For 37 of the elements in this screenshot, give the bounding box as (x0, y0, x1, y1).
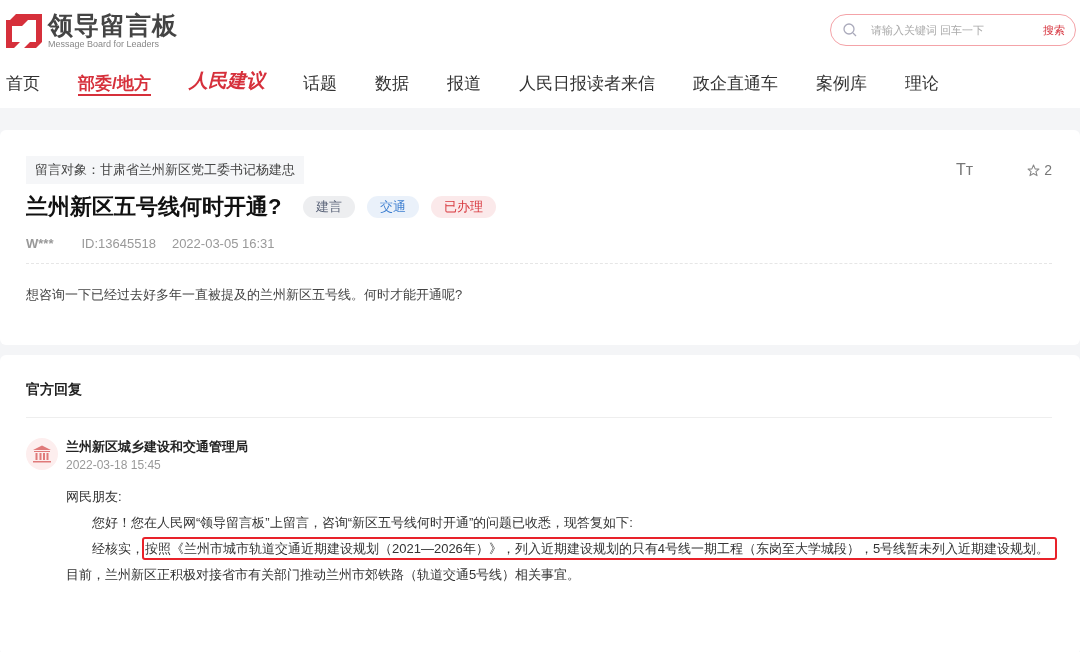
tag: 建言 (303, 196, 356, 218)
nav-tab[interactable]: 报道 (446, 60, 481, 96)
favorite-button[interactable]: 2 (1027, 162, 1052, 178)
target-label: 留言对象：甘肃省兰州新区党工委书记杨建忠 (26, 156, 304, 184)
reply-heading: 官方回复 (26, 381, 1052, 418)
reply-paragraph: 网民朋友: (66, 488, 122, 506)
nav-tab[interactable]: 数据 (374, 60, 409, 96)
nav-tab[interactable]: 部委/地方 (78, 60, 151, 96)
nav-tab[interactable]: 首页 (6, 60, 40, 96)
nav-tab[interactable]: 话题 (302, 60, 337, 96)
reply-paragraph: 您好！您在人民网“领导留言板”上留言，咨询“新区五号线何时开通”的问题已收悉，现答复如下: (92, 514, 633, 532)
department-name: 兰州新区城乡建设和交通管理局 (66, 438, 248, 456)
search-icon (843, 23, 857, 37)
nav-logo-link[interactable]: 人民建议 (188, 60, 265, 96)
star-icon (1027, 163, 1041, 177)
message-body: 想咨询一下已经过去好多年一直被提及的兰州新区五号线。何时才能开通呢? (26, 286, 464, 304)
nav-tab[interactable]: 理论 (904, 60, 939, 96)
reply-paragraph: 经核实， (92, 540, 144, 558)
favorite-count: 2 (1044, 162, 1052, 178)
logo-icon (6, 14, 42, 48)
message-title: 兰州新区五号线何时开通? (26, 193, 282, 221)
highlighted-sentence: 按照《兰州市城市轨道交通近期建设规划（2021—2026年）》，列入近期建设规划的只有4号线一期工程（东岗至大学城段），5号线暂未列入近期建设规划。 (142, 537, 1058, 560)
logo-subtitle: Message Board for Leaders (48, 39, 161, 50)
font-size-button[interactable]: Tт (956, 161, 974, 179)
nav-tab[interactable]: 人民日报读者来信 (518, 60, 655, 96)
tag: 已办理 (431, 196, 497, 218)
building-icon (26, 438, 58, 470)
message-time: 2022-03-05 16:31 (171, 236, 275, 251)
search-button[interactable]: 搜索 (1043, 22, 1065, 38)
nav-tab[interactable]: 政企直通车 (692, 60, 778, 96)
author-name: W*** (26, 236, 54, 251)
logo-title: 领导留言板 (48, 12, 178, 39)
nav-tab[interactable]: 案例库 (815, 60, 867, 96)
reply-time: 2022-03-18 15:45 (66, 458, 162, 472)
reply-paragraph: 目前，兰州新区正积极对接省市有关部门推动兰州市郊铁路（轨道交通5号线）相关事宜。 (66, 566, 581, 584)
message-id: ID:13645518 (81, 236, 156, 251)
tag: 交通 (367, 196, 420, 218)
